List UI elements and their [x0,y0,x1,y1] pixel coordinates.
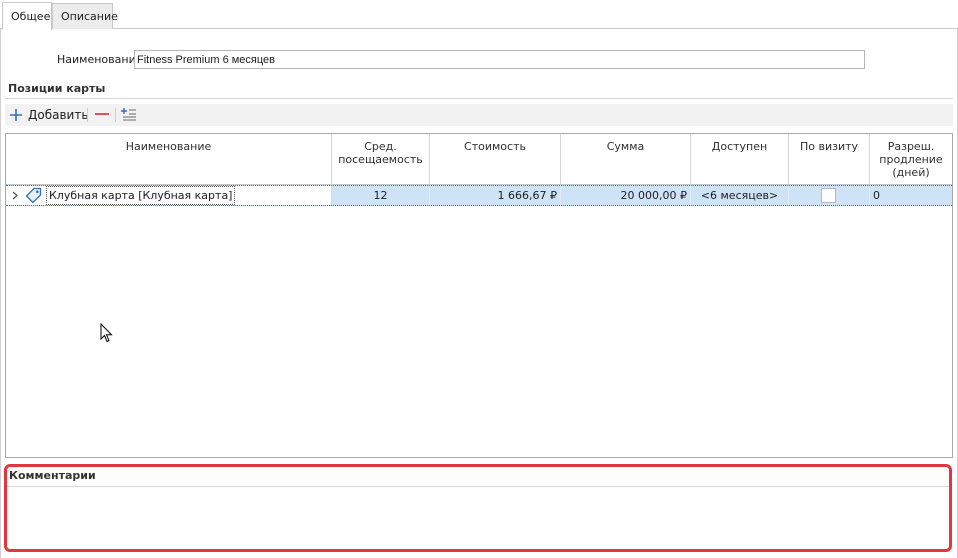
column-header-sum[interactable]: Сумма [561,134,691,185]
cost-cell[interactable]: 1 666,67 ₽ [430,186,561,205]
minus-icon [94,107,110,124]
table-row[interactable]: Клубная карта [Клубная карта] 12 1 666,6… [6,185,952,206]
column-header-per-visit[interactable]: По визиту [789,134,870,185]
positions-group-divider [5,98,953,99]
positions-grid: Наименование Сред. посещаемость Стоимост… [5,133,953,458]
mouse-cursor-icon [100,322,114,346]
comments-group: Комментарии [4,464,952,552]
name-input[interactable] [134,50,865,69]
add-button-label: Добавить [28,108,89,122]
name-label: Наименование: [57,53,147,66]
toolbar-separator [87,108,88,122]
column-header-available[interactable]: Доступен [691,134,789,185]
column-header-name[interactable]: Наименование [6,134,332,185]
extension-cell[interactable]: 0 [870,186,952,205]
per-visit-checkbox[interactable] [821,188,836,203]
row-name-text: Клубная карта [Клубная карта] [46,186,236,205]
tag-icon [25,187,42,210]
column-header-extension[interactable]: Разреш. продление (дней) [870,134,952,185]
comments-textarea[interactable] [7,487,949,549]
tab-description[interactable]: Описание [52,3,118,29]
list-add-icon [121,106,137,125]
name-cell[interactable]: Клубная карта [Клубная карта] [6,186,332,205]
per-visit-cell[interactable] [789,186,870,205]
attendance-cell[interactable]: 12 [332,186,430,205]
tab-strip: Общее Описание [0,0,958,30]
add-button[interactable]: Добавить [9,104,88,126]
comments-group-title: Комментарии [9,469,96,482]
positions-group-title: Позиции карты [8,82,106,95]
plus-icon [9,108,23,122]
toolbar-separator [115,108,116,122]
column-header-cost[interactable]: Стоимость [430,134,561,185]
expand-chevron-icon[interactable] [10,186,20,211]
remove-button[interactable] [93,104,111,126]
sum-cell[interactable]: 20 000,00 ₽ [561,186,691,205]
available-cell[interactable]: <6 месяцев> [691,186,789,205]
tab-general[interactable]: Общее [2,2,52,30]
add-subitem-button[interactable] [120,104,138,126]
positions-toolbar: Добавить [5,104,953,126]
column-header-attendance[interactable]: Сред. посещаемость [332,134,430,185]
